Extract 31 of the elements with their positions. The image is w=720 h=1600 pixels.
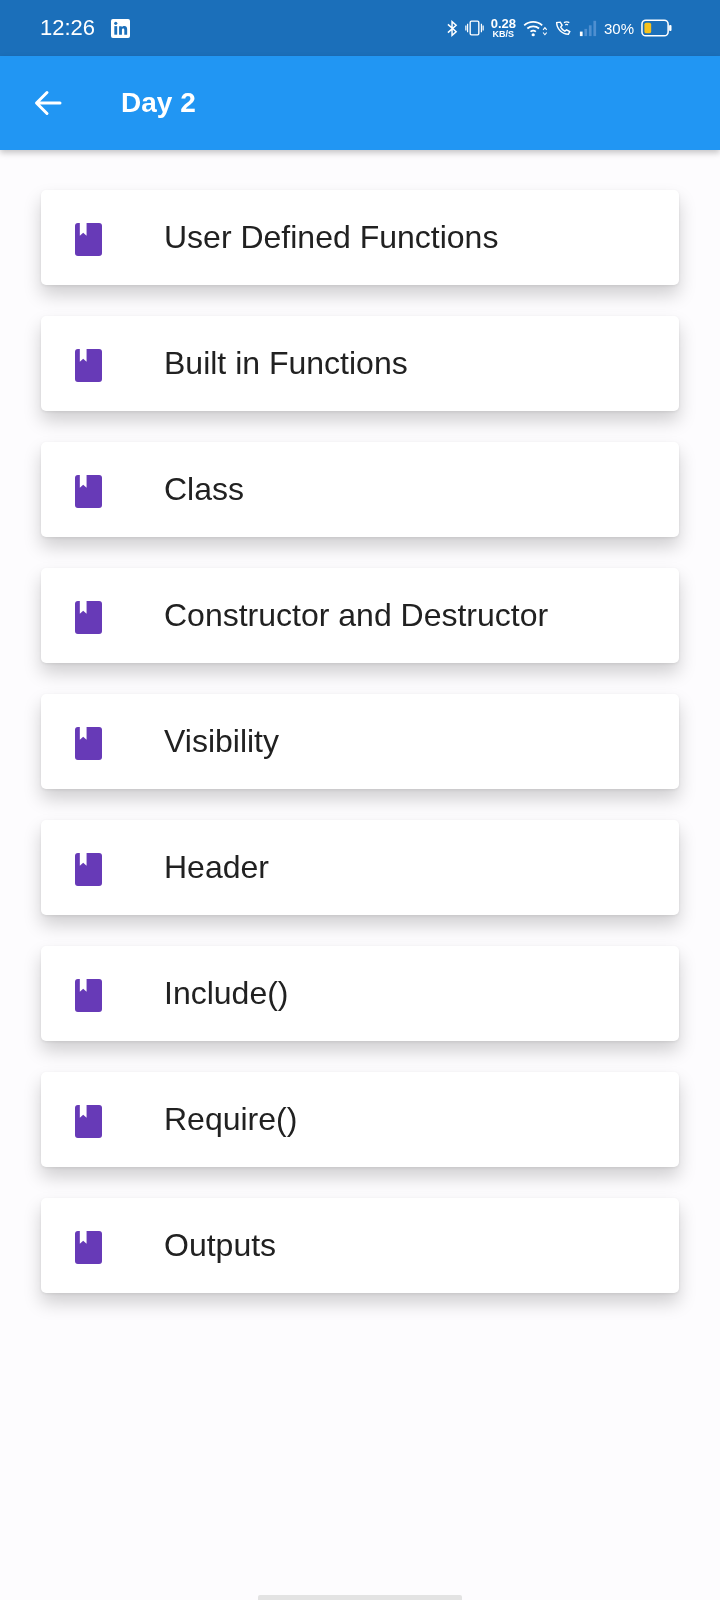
book-icon — [75, 727, 102, 760]
lesson-card[interactable]: User Defined Functions — [41, 190, 679, 285]
bluetooth-icon — [446, 18, 458, 38]
network-speed: 0.28 — [490, 17, 516, 30]
book-icon — [75, 475, 102, 508]
lesson-card[interactable]: Outputs — [41, 1198, 679, 1293]
back-arrow-icon — [34, 90, 62, 116]
network-speed-unit: KB/S — [492, 30, 515, 39]
vibrate-icon — [464, 19, 484, 37]
book-icon — [75, 979, 102, 1012]
app-bar-title: Day 2 — [121, 87, 196, 119]
book-icon — [75, 349, 102, 382]
status-time: 12:26 — [40, 15, 96, 41]
book-icon — [75, 1231, 102, 1264]
lesson-card[interactable]: Built in Functions — [41, 316, 679, 411]
battery-percent: 30% — [603, 19, 634, 37]
lesson-card[interactable]: Class — [41, 442, 679, 537]
lesson-card[interactable]: Require() — [41, 1072, 679, 1167]
wifi-icon — [522, 19, 547, 37]
book-icon — [75, 601, 102, 634]
lesson-card[interactable]: Header — [41, 820, 679, 915]
signal-icon — [578, 19, 597, 37]
book-icon — [75, 223, 102, 256]
book-icon — [75, 853, 102, 886]
wifi-call-icon — [553, 19, 572, 37]
lesson-card[interactable]: Visibility — [41, 694, 679, 789]
battery-icon — [641, 19, 672, 37]
lesson-card[interactable]: Include() — [41, 946, 679, 1041]
linkedin-icon — [111, 18, 131, 38]
lesson-card[interactable]: Constructor and Destructor — [41, 568, 679, 663]
book-icon — [75, 1105, 102, 1138]
